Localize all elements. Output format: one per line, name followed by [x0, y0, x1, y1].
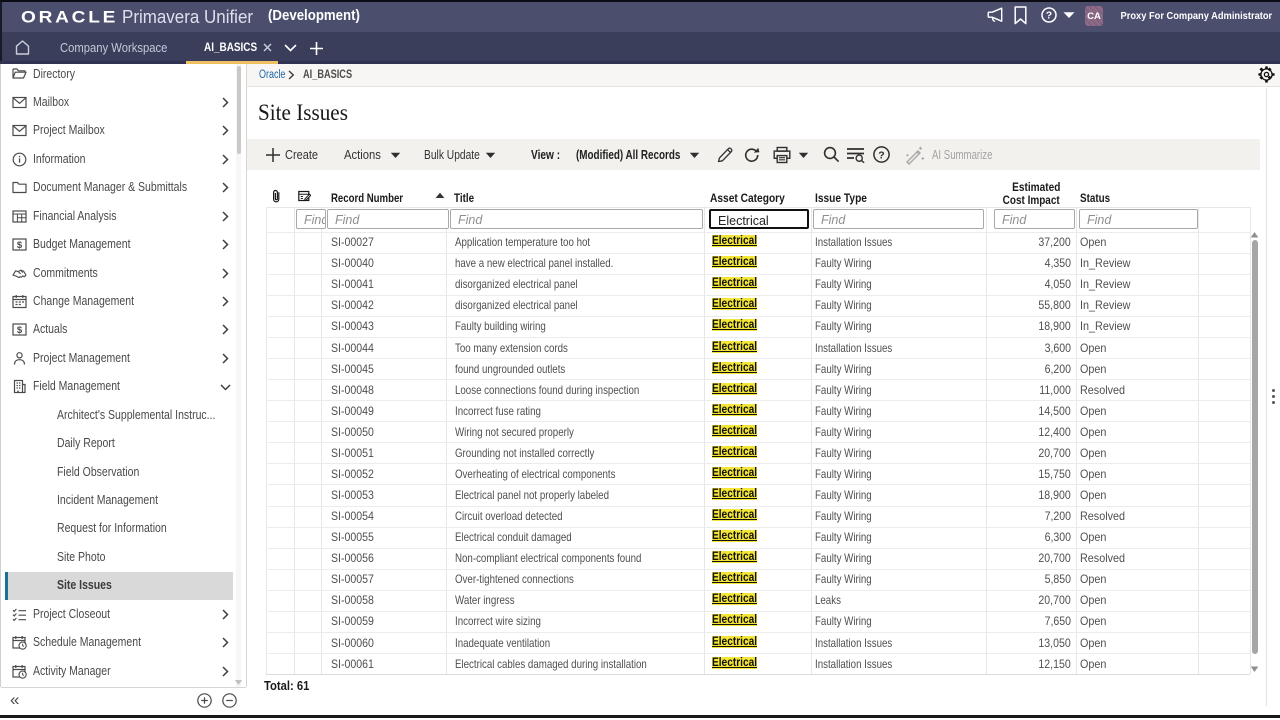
svg-text:?: ? [878, 149, 884, 161]
svg-text:$: $ [17, 240, 23, 251]
svg-text:?: ? [1046, 9, 1052, 21]
svg-text:$: $ [17, 325, 23, 336]
